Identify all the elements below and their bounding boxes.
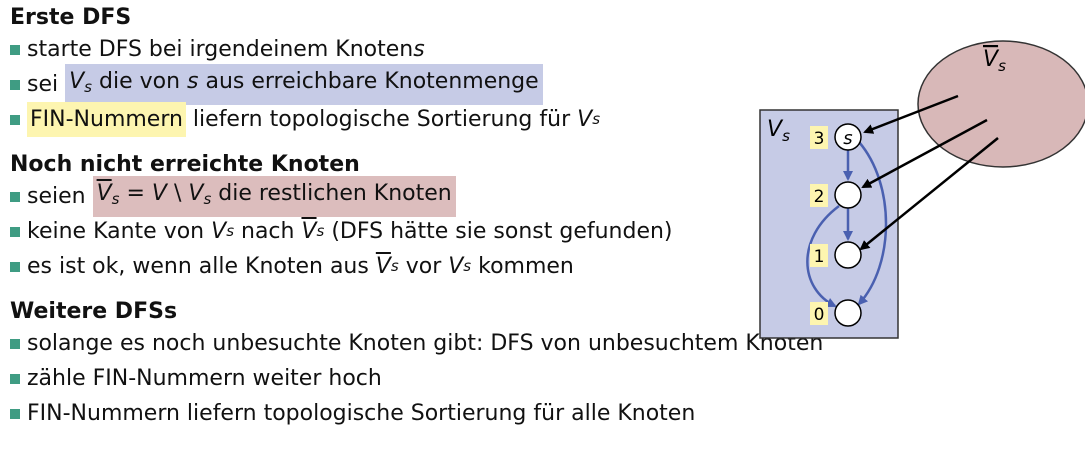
bullet-square-icon — [10, 408, 20, 419]
bullet-zaehle: zähle FIN-Nummern weiter hoch — [10, 361, 750, 396]
node-2 — [834, 181, 862, 209]
math-eq: = — [119, 181, 152, 206]
math-V: V — [151, 181, 167, 206]
fin-label-2: 2 — [814, 187, 825, 207]
bullet-text: starte DFS bei irgendeinem Knoten — [27, 37, 414, 62]
bullet-keine-kante: keine Kante von Vs nach Vs (DFS hätte si… — [10, 214, 750, 249]
math-V: V — [69, 69, 85, 94]
bullet-square-icon — [10, 44, 20, 55]
bullet-text: kommen — [471, 254, 574, 279]
bullet-square-icon — [10, 114, 20, 125]
bullet-square-icon — [10, 261, 20, 272]
bullet-text: liefern topologische Sortierung für — [185, 107, 578, 132]
math-V-bar: V — [96, 181, 112, 206]
heading-erste-dfs: Erste DFS — [10, 5, 132, 30]
math-V: V — [188, 181, 204, 206]
dfs-diagram-svg: Vs Vs 3 2 1 0 s — [759, 40, 1088, 339]
section-erste-dfs: Erste DFS starte DFS bei irgendeinem Kno… — [10, 4, 750, 137]
math-V: V — [211, 219, 227, 244]
bullet-square-icon — [10, 191, 20, 202]
bullet-fin-alle: FIN-Nummern liefern topologische Sortier… — [10, 396, 750, 431]
bullet-square-icon — [10, 226, 20, 237]
bullet-restliche-knoten: seien Vs = V \ Vs die restlichen Knoten — [10, 176, 750, 217]
bullet-text: sei — [27, 72, 66, 97]
node-s-label: s — [843, 128, 852, 149]
bullet-text: solange es noch unbesuchte Knoten gibt: … — [27, 331, 824, 356]
heading-noch-nicht-erreicht: Noch nicht erreichte Knoten — [10, 152, 360, 177]
bullet-starte-dfs: starte DFS bei irgendeinem Knoten s — [10, 32, 750, 67]
math-sub-s: s — [316, 222, 325, 240]
bullet-text: vor — [398, 254, 449, 279]
bullet-text: FIN-Nummern liefern topologische Sortier… — [27, 401, 696, 426]
bullet-square-icon — [10, 338, 20, 349]
bullet-text: die restlichen Knoten — [211, 181, 452, 206]
math-V: V — [577, 107, 593, 132]
bullet-erreichbare-menge: sei Vs die von s aus erreichbare Knotenm… — [10, 64, 750, 105]
bullet-square-icon — [10, 79, 20, 90]
highlight-yellow: FIN-Nummern — [27, 102, 186, 137]
highlight-blue: Vs die von s aus erreichbare Knotenmenge — [65, 64, 543, 105]
math-sub-s: s — [463, 257, 472, 275]
fin-label-1: 1 — [814, 247, 825, 267]
section-noch-nicht-erreicht: Noch nicht erreichte Knoten seien Vs = V… — [10, 151, 750, 284]
math-sub-s: s — [84, 78, 92, 96]
bullet-fin-nummern: FIN-Nummern liefern topologische Sortier… — [10, 102, 750, 137]
bullet-text: (DFS hätte sie sonst gefunden) — [324, 219, 673, 244]
bullet-solange: solange es noch unbesuchte Knoten gibt: … — [10, 326, 823, 361]
highlight-red: Vs = V \ Vs die restlichen Knoten — [92, 176, 456, 217]
math-s: s — [187, 69, 199, 94]
math-V-bar: V — [301, 219, 317, 244]
bullet-text: es ist ok, wenn alle Knoten aus — [27, 254, 376, 279]
bullet-square-icon — [10, 373, 20, 384]
math-V-bar: V — [375, 254, 391, 279]
math-sub-s: s — [226, 222, 235, 240]
bullet-text: nach — [234, 219, 302, 244]
fin-label-0: 0 — [814, 305, 825, 325]
bullet-text: seien — [27, 184, 93, 209]
node-1 — [834, 241, 862, 269]
slide-content: Erste DFS starte DFS bei irgendeinem Kno… — [10, 4, 823, 445]
node-0 — [834, 299, 862, 327]
dfs-diagram: Vs Vs 3 2 1 0 s — [755, 24, 1088, 354]
math-setminus: \ — [166, 181, 189, 206]
bullet-text: zähle FIN-Nummern weiter hoch — [27, 366, 382, 391]
fin-label-3: 3 — [814, 129, 825, 149]
math-V: V — [448, 254, 464, 279]
bullet-text: die von — [92, 69, 188, 94]
math-s: s — [413, 37, 425, 62]
bullet-text: keine Kante von — [27, 219, 212, 244]
bullet-es-ist-ok: es ist ok, wenn alle Knoten aus Vs vor V… — [10, 249, 750, 284]
math-sub-s: s — [592, 110, 601, 128]
math-sub-s: s — [390, 257, 399, 275]
section-weitere-dfss: Weitere DFSs solange es noch unbesuchte … — [10, 298, 823, 431]
bullet-text: aus erreichbare Knotenmenge — [198, 69, 539, 94]
heading-weitere-dfss: Weitere DFSs — [10, 299, 178, 324]
